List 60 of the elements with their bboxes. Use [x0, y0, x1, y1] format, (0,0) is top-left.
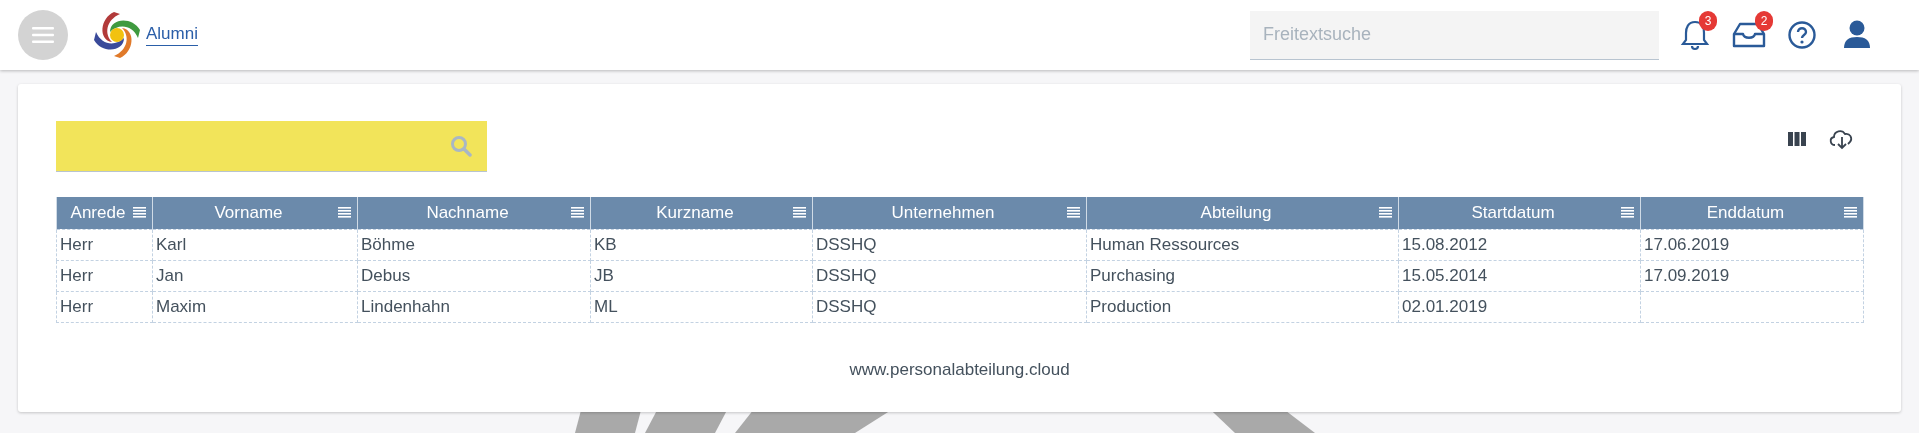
column-header[interactable]: Abteilung [1086, 197, 1399, 229]
column-header[interactable]: Anrede [56, 197, 153, 229]
column-header[interactable]: Nachname [357, 197, 591, 229]
table-cell: DSSHQ [812, 229, 1087, 260]
table-cell: 02.01.2019 [1398, 291, 1641, 322]
search-icon [450, 135, 472, 157]
table-cell: DSSHQ [812, 291, 1087, 322]
column-title: Enddatum [1705, 202, 1786, 224]
inbox-badge: 2 [1755, 11, 1773, 31]
column-menu-icon[interactable] [133, 207, 146, 219]
table-cell: Herr [56, 260, 153, 291]
column-header[interactable]: Unternehmen [812, 197, 1087, 229]
column-menu-icon[interactable] [571, 207, 584, 219]
table-cell: Karl [152, 229, 358, 260]
notification-badge: 3 [1699, 11, 1717, 31]
table-cell: KB [590, 229, 813, 260]
column-title: Unternehmen [890, 202, 996, 224]
column-header[interactable]: Enddatum [1640, 197, 1864, 229]
table-cell: Human Ressources [1086, 229, 1399, 260]
table-cell: 17.09.2019 [1640, 260, 1864, 291]
column-title: Abteilung [1199, 202, 1273, 224]
table-cell: Production [1086, 291, 1399, 322]
table-cell: Maxim [152, 291, 358, 322]
table-search-field[interactable] [56, 121, 487, 172]
table-cell: JB [590, 260, 813, 291]
cloud-download-icon[interactable] [1828, 128, 1854, 150]
column-header[interactable]: Kurzname [590, 197, 813, 229]
column-title: Vorname [213, 202, 284, 224]
table-cell: 15.05.2014 [1398, 260, 1641, 291]
column-title: Nachname [425, 202, 510, 224]
columns-icon[interactable] [1788, 132, 1806, 146]
column-header[interactable]: Vorname [152, 197, 358, 229]
help-icon[interactable] [1787, 20, 1817, 50]
column-menu-icon[interactable] [793, 207, 806, 219]
table-cell: Lindenhahn [357, 291, 591, 322]
table-cell: Herr [56, 229, 153, 260]
footer-link[interactable]: www.personalabteilung.cloud [849, 356, 1070, 382]
table-cell: Böhme [357, 229, 591, 260]
column-title: Kurzname [655, 202, 735, 224]
logo-icon [92, 10, 142, 60]
table-cell: 15.08.2012 [1398, 229, 1641, 260]
column-header[interactable]: Startdatum [1398, 197, 1641, 229]
table-cell: Jan [152, 260, 358, 291]
column-menu-icon[interactable] [1379, 207, 1392, 219]
table-cell: 17.06.2019 [1640, 229, 1864, 260]
table-cell: Herr [56, 291, 153, 322]
app-name[interactable]: Alumni [146, 24, 198, 46]
column-menu-icon[interactable] [1067, 207, 1080, 219]
search-field[interactable]: Freitextsuche [1250, 10, 1659, 60]
column-menu-icon[interactable] [1844, 207, 1857, 219]
column-menu-icon[interactable] [338, 207, 351, 219]
table-cell: DSSHQ [812, 260, 1087, 291]
user-icon[interactable] [1843, 20, 1871, 50]
menu-icon [32, 27, 54, 43]
column-title: Startdatum [1470, 202, 1556, 224]
table-cell: Purchasing [1086, 260, 1399, 291]
column-title: Anrede [69, 202, 127, 224]
column-menu-icon[interactable] [1621, 207, 1634, 219]
table-cell: Debus [357, 260, 591, 291]
table-cell: ML [590, 291, 813, 322]
